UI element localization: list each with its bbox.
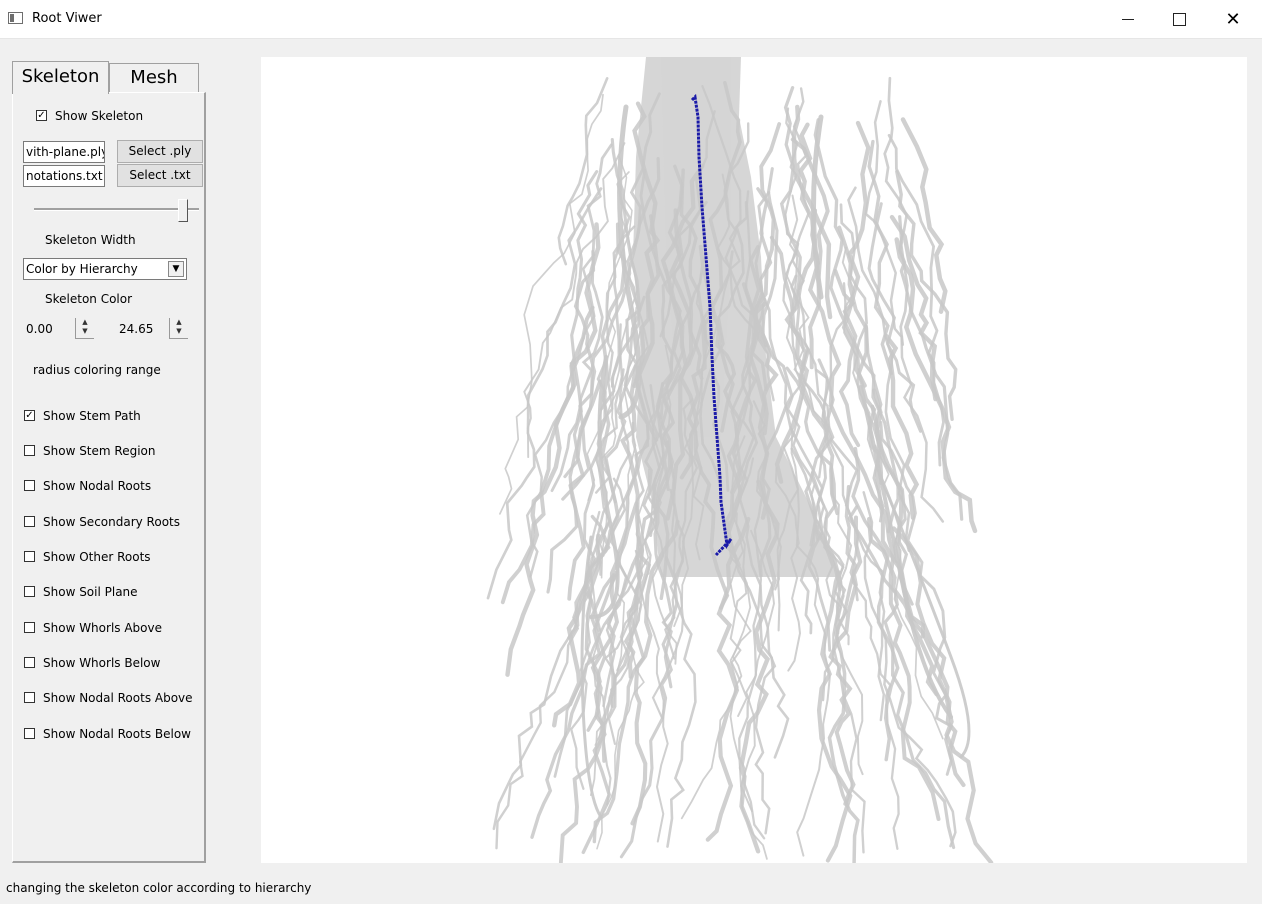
show-other-roots-checkbox[interactable] xyxy=(24,551,35,562)
chevron-down-icon[interactable]: ▼ xyxy=(168,261,184,277)
minimize-button[interactable] xyxy=(1101,0,1155,38)
show-soil-plane-label: Show Soil Plane xyxy=(43,585,138,599)
show-whorls-below-label: Show Whorls Below xyxy=(43,656,161,670)
show-whorls-above-label: Show Whorls Above xyxy=(43,621,162,635)
skeleton-color-label: Skeleton Color xyxy=(45,292,133,306)
ply-file-field[interactable]: vith-plane.ply xyxy=(23,141,105,163)
show-stem-region-checkbox[interactable] xyxy=(24,445,35,456)
show-other-roots-label: Show Other Roots xyxy=(43,550,151,564)
spin-arrows-icon[interactable]: ▲ ▼ xyxy=(75,318,94,339)
maximize-icon xyxy=(1172,12,1186,26)
show-nodal-roots-below-checkbox[interactable] xyxy=(24,728,35,739)
close-icon: ✕ xyxy=(1225,8,1241,30)
show-stem-path-label: Show Stem Path xyxy=(43,409,141,423)
range-max-value: 24.65 xyxy=(119,322,154,336)
radius-range-label: radius coloring range xyxy=(33,363,161,377)
3d-viewport[interactable] xyxy=(261,57,1247,863)
skeleton-color-value: Color by Hierarchy xyxy=(26,262,138,276)
show-skeleton-label: Show Skeleton xyxy=(55,109,144,123)
app-icon xyxy=(8,12,23,24)
skeleton-width-slider-handle[interactable] xyxy=(178,199,189,222)
range-min-value: 0.00 xyxy=(26,322,53,336)
range-min-spinbox[interactable]: 0.00 ▲ ▼ xyxy=(23,318,94,340)
show-stem-region-label: Show Stem Region xyxy=(43,444,156,458)
select-txt-button[interactable]: Select .txt xyxy=(117,164,203,187)
show-secondary-roots-label: Show Secondary Roots xyxy=(43,515,180,529)
show-nodal-roots-above-label: Show Nodal Roots Above xyxy=(43,691,193,705)
show-nodal-roots-label: Show Nodal Roots xyxy=(43,479,152,493)
minimize-icon xyxy=(1122,18,1134,20)
show-whorls-below-checkbox[interactable] xyxy=(24,657,35,668)
title-bar: Root Viwer ✕ xyxy=(0,0,1262,39)
range-max-spinbox[interactable]: 24.65 ▲ ▼ xyxy=(116,318,188,340)
skeleton-color-select[interactable]: Color by Hierarchy ▼ xyxy=(23,258,187,280)
show-nodal-roots-checkbox[interactable] xyxy=(24,480,35,491)
skeleton-width-label: Skeleton Width xyxy=(45,233,136,247)
show-nodal-roots-below-label: Show Nodal Roots Below xyxy=(43,727,191,741)
show-stem-path-checkbox[interactable]: ✓ xyxy=(24,410,35,421)
maximize-button[interactable] xyxy=(1152,0,1206,38)
skeleton-width-slider[interactable] xyxy=(34,208,199,211)
root-mesh-render xyxy=(486,57,994,863)
status-bar-text: changing the skeleton color according to… xyxy=(6,881,312,895)
show-soil-plane-checkbox[interactable] xyxy=(24,586,35,597)
spin-arrows-icon[interactable]: ▲ ▼ xyxy=(169,318,188,339)
tab-skeleton[interactable]: Skeleton xyxy=(12,61,109,94)
show-whorls-above-checkbox[interactable] xyxy=(24,622,35,633)
txt-file-field[interactable]: notations.txt xyxy=(23,165,105,187)
show-nodal-roots-above-checkbox[interactable] xyxy=(24,692,35,703)
show-skeleton-checkbox[interactable]: ✓ xyxy=(36,110,47,121)
window-title: Root Viwer xyxy=(32,11,102,26)
show-secondary-roots-checkbox[interactable] xyxy=(24,516,35,527)
close-button[interactable]: ✕ xyxy=(1206,0,1260,38)
select-ply-button[interactable]: Select .ply xyxy=(117,140,203,163)
tab-mesh[interactable]: Mesh xyxy=(109,63,199,93)
